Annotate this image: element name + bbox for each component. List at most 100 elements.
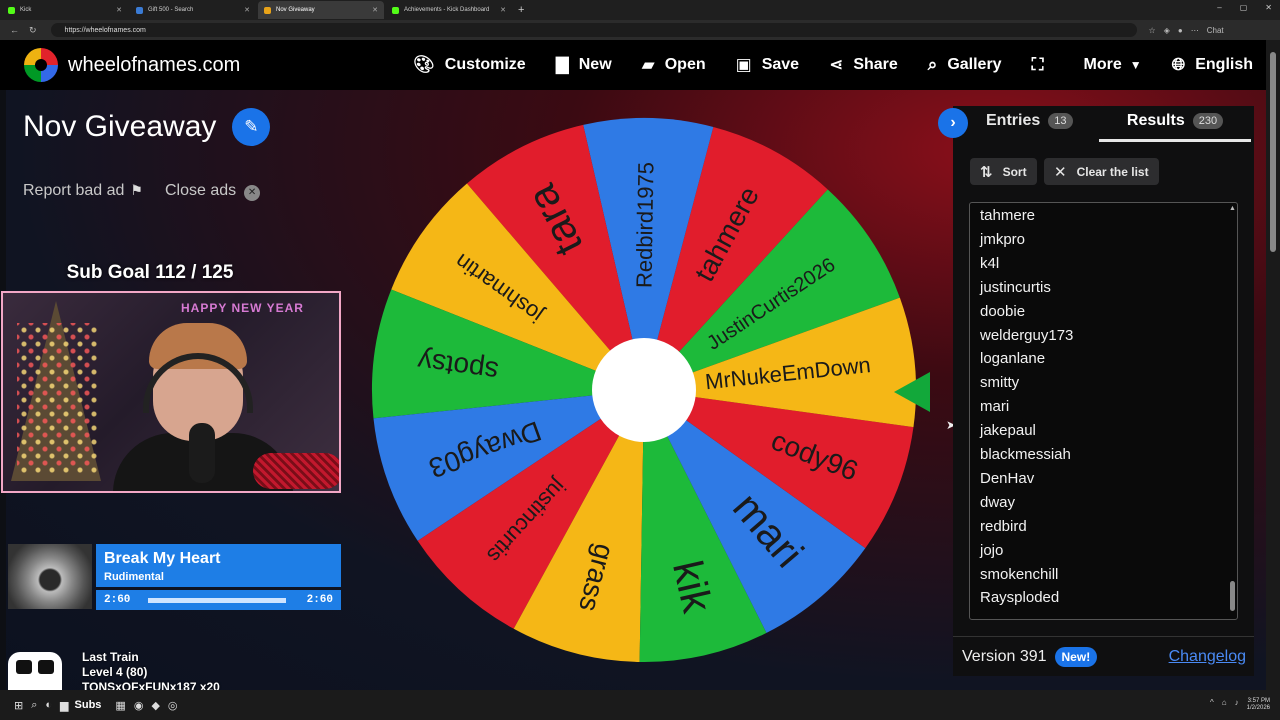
maximize-icon[interactable]: ▢: [1240, 3, 1248, 12]
webcam-feed: HAPPY NEW YEAR: [1, 291, 341, 493]
volume-icon[interactable]: ♪: [1235, 698, 1239, 712]
result-item: jojo: [980, 541, 1004, 559]
address-bar-row: ← ↻ https://wheelofnames.com ☆ ◈ ● ⋯ Cha…: [0, 20, 1280, 40]
result-item: smitty: [980, 374, 1020, 392]
tab-entries-label: Entries: [986, 112, 1041, 129]
report-bad-ad-link[interactable]: Report bad ad ⚑: [23, 182, 143, 200]
chevron-right-icon: ›: [950, 114, 956, 131]
back-icon[interactable]: ←: [10, 25, 19, 35]
wheel-svg[interactable]: JustinCurtis2026tahmereRedbird1975tarajo…: [370, 116, 918, 664]
menu-language[interactable]: 🌐︎ English: [1172, 55, 1253, 75]
edge-icon[interactable]: ◐: [45, 699, 52, 712]
results-scrollbar[interactable]: ▲: [1229, 205, 1236, 617]
new-tab-button[interactable]: +: [518, 4, 524, 16]
browser-tab-bar: Kick ✕ Gift 500 - Search ✕ Nov Giveaway ✕ A…: [0, 0, 1280, 20]
page-title: Nov Giveaway: [23, 110, 217, 143]
scrollbar-thumb[interactable]: [1270, 52, 1276, 252]
menu-dots-icon[interactable]: ⋯: [1191, 26, 1199, 35]
result-item: DenHav: [980, 469, 1035, 487]
tree-lights: [17, 323, 97, 473]
wheel-center-button[interactable]: [592, 338, 696, 442]
start-icon[interactable]: ⊞: [14, 699, 23, 712]
menu-fullscreen[interactable]: ⛶: [1032, 55, 1054, 75]
wheel-logo-icon[interactable]: [24, 48, 58, 82]
train-level: Level 4 (80): [82, 665, 148, 679]
fullscreen-icon: ⛶: [1031, 55, 1044, 74]
taskbar-subs[interactable]: Subs: [75, 699, 102, 711]
now-playing-widget: Break My Heart Rudimental 2:60 2:60: [96, 544, 341, 610]
menu-open[interactable]: ▰ Open: [642, 55, 706, 75]
menu-more[interactable]: More ▼: [1083, 56, 1141, 74]
sort-icon: ⇅: [980, 163, 993, 181]
entries-results-panel: › Entries 13 Results 230 ⇅ Sort ✕ Clear the …: [938, 106, 1254, 676]
close-tab-icon[interactable]: ✕: [244, 6, 250, 14]
page-scrollbar[interactable]: [1266, 40, 1280, 690]
menu-share[interactable]: ⋖ Share: [829, 55, 898, 75]
tray-chevron-icon[interactable]: ^: [1210, 698, 1214, 712]
app-icon[interactable]: ◎: [168, 699, 178, 712]
title-row: Nov Giveaway ✎: [23, 108, 271, 146]
new-badge: New!: [1054, 646, 1098, 667]
browser-tab-kick[interactable]: Kick ✕: [2, 1, 128, 19]
app-icon[interactable]: ◉: [134, 699, 144, 712]
wheel-of-names[interactable]: JustinCurtis2026 tahmere Redbird1975 tara jo…: [370, 116, 918, 664]
menu-label: Open: [664, 56, 706, 73]
star-icon[interactable]: ☆: [1149, 26, 1156, 35]
sub-goal-text: Sub Goal 112 / 125: [66, 262, 234, 283]
search-icon: ⌕: [927, 55, 938, 74]
minimize-icon[interactable]: –: [1217, 3, 1221, 12]
browser-tab-search[interactable]: Gift 500 - Search ✕: [130, 1, 256, 19]
webcam-banner: HAPPY NEW YEAR: [181, 301, 304, 315]
menu-gallery[interactable]: ⌕ Gallery: [928, 55, 1002, 75]
app-icon[interactable]: ◆: [151, 699, 159, 712]
chat-button[interactable]: Chat: [1207, 26, 1224, 35]
result-item: mari: [980, 398, 1010, 416]
close-icon: ✕: [1054, 163, 1067, 181]
search-favicon-icon: [136, 6, 143, 14]
close-ads-link[interactable]: Close ads ✕: [165, 182, 261, 201]
site-header: wheelofnames.com 🎨︎ Customize ▇ New ▰ Open …: [0, 40, 1266, 90]
menu-save[interactable]: ▣ Save: [736, 55, 799, 75]
url-field[interactable]: https://wheelofnames.com: [50, 23, 1137, 37]
album-art: [8, 544, 92, 609]
clear-list-button[interactable]: ✕ Clear the list: [1044, 158, 1159, 185]
result-item: smokenchill: [980, 565, 1059, 583]
profile-icon[interactable]: ●: [1178, 26, 1183, 35]
site-name[interactable]: wheelofnames.com: [68, 54, 240, 77]
wheel-favicon-icon: [264, 6, 271, 14]
scroll-up-icon[interactable]: ▲: [1229, 205, 1236, 212]
collapse-panel-button[interactable]: ›: [938, 108, 968, 138]
sort-button[interactable]: ⇅ Sort: [970, 158, 1037, 185]
browser-tab-nov-giveaway[interactable]: Nov Giveaway ✕: [258, 1, 384, 19]
reload-icon[interactable]: ↻: [29, 25, 37, 36]
tab-entries[interactable]: Entries 13: [986, 112, 1073, 130]
network-icon[interactable]: ⌂: [1222, 698, 1227, 712]
tab-label: Kick: [20, 7, 32, 13]
close-tab-icon[interactable]: ✕: [372, 6, 378, 14]
changelog-link[interactable]: Changelog: [1169, 648, 1246, 666]
menu-new[interactable]: ▇ New: [556, 55, 612, 75]
extensions-icon[interactable]: ◈: [1164, 26, 1170, 35]
caret-down-icon: ▼: [1129, 58, 1142, 72]
now-playing-time-bar: 2:60 2:60: [96, 590, 341, 610]
url-text: https://wheelofnames.com: [64, 26, 146, 34]
file-explorer-icon[interactable]: ▆: [60, 699, 68, 712]
taskbar-icons: ⊞ ⌕ ◐ ▆: [14, 699, 69, 712]
menu-customize[interactable]: 🎨︎ Customize: [413, 55, 526, 75]
tab-label: Nov Giveaway: [276, 7, 315, 13]
clock[interactable]: 3:57 PM 1/2/2026: [1247, 698, 1270, 712]
search-icon[interactable]: ⌕: [31, 699, 37, 712]
close-tab-icon[interactable]: ✕: [116, 6, 122, 14]
panel-tabs: › Entries 13 Results 230: [938, 106, 1254, 142]
results-scroll-thumb[interactable]: [1230, 581, 1235, 611]
close-tab-icon[interactable]: ✕: [500, 6, 506, 14]
app-icon[interactable]: ▦: [115, 699, 125, 712]
globe-icon: 🌐︎: [1171, 55, 1186, 74]
menu-label: New: [578, 56, 612, 73]
tab-results[interactable]: Results 230: [1099, 112, 1251, 130]
browser-tab-achievements[interactable]: Achievements - Kick Dashboard ✕: [386, 1, 512, 19]
close-window-icon[interactable]: ✕: [1265, 3, 1272, 12]
edit-title-button[interactable]: ✎: [232, 108, 271, 146]
tab-label: Achievements - Kick Dashboard: [404, 7, 490, 13]
results-list[interactable]: tahmere jmkpro k4l justincurtis doobie welder…: [969, 202, 1238, 620]
